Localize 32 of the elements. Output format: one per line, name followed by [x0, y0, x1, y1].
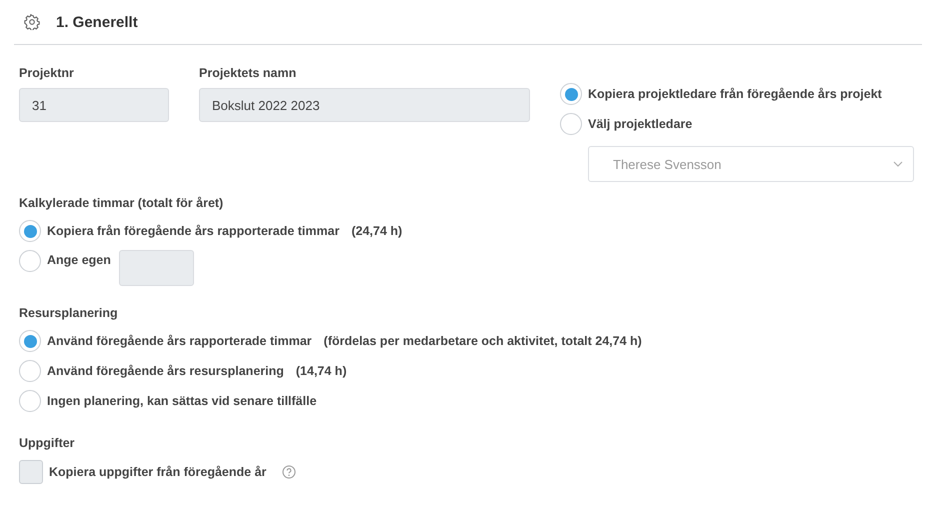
checkbox[interactable] [19, 460, 43, 484]
hours-field[interactable] [118, 250, 194, 286]
radio-button[interactable] [19, 250, 41, 272]
radio-button[interactable] [560, 83, 582, 105]
radio-button[interactable] [19, 330, 41, 352]
option-label: Använd föregående års resursplanering [47, 364, 284, 378]
radio-button[interactable] [19, 390, 41, 412]
select-value: Therese Svensson [613, 156, 722, 172]
option-label: Ingen planering, kan sättas vid senare tillfälle [47, 394, 317, 408]
option-note: (fördelas per medarbetare och aktivitet, totalt 24,74 h) [324, 334, 642, 348]
gear-icon [24, 14, 40, 30]
option-label: Använd föregående års rapporterade timmar [47, 334, 312, 348]
radio-button[interactable] [19, 360, 41, 382]
option-label: Välj projektledare [588, 117, 692, 131]
field-label: Projektets namn [199, 66, 298, 80]
section-label: Resursplanering [19, 306, 119, 320]
section-title: 1. Generellt [56, 14, 138, 30]
field-label: Projektnr [19, 66, 75, 80]
option-label: Ange egen [47, 253, 111, 267]
chevron-down-icon [893, 161, 903, 167]
text-field[interactable]: 31 [19, 88, 169, 122]
radio-button[interactable] [19, 220, 41, 242]
checkbox-label: Kopiera uppgifter från föregående år [49, 465, 266, 479]
option-label: Kopiera projektledare från föregående års projekt [588, 87, 882, 101]
text-field[interactable]: Bokslut 2022 2023 [199, 88, 530, 122]
option-label: Kopiera från föregående års rapporterade timmar [47, 224, 340, 238]
radio-button[interactable] [560, 113, 582, 135]
option-note: (14,74 h) [296, 364, 347, 378]
section-label: Kalkylerade timmar (totalt för året) [19, 196, 224, 210]
help-icon[interactable] [282, 465, 296, 479]
section-label: Uppgifter [19, 436, 76, 450]
option-note: (24,74 h) [351, 224, 402, 238]
